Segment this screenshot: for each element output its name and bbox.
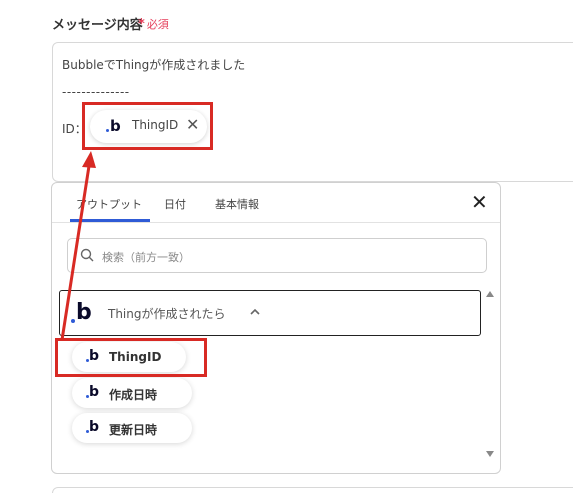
bubble-logo-dot <box>71 319 75 323</box>
message-content-label: メッセージ内容 <box>52 18 143 33</box>
bubble-logo-dot <box>86 430 89 433</box>
message-line-separator: -------------- <box>62 85 130 99</box>
group-label: Thingが作成されたら <box>108 307 226 321</box>
required-star: * <box>138 17 145 32</box>
required-text: 必須 <box>146 18 169 31</box>
search-placeholder: 検索（前方一致） <box>102 251 190 264</box>
bubble-logo-icon: b <box>89 384 100 400</box>
scroll-up-arrow[interactable] <box>486 291 494 297</box>
group-thing-created[interactable]: b Thingが作成されたら <box>59 290 481 336</box>
scroll-down-arrow[interactable] <box>486 451 494 457</box>
panel-tabs: アウトプット 日付 基本情報 <box>52 183 500 223</box>
tab-date[interactable]: 日付 <box>164 196 186 212</box>
output-item-updated-at[interactable]: b 更新日時 <box>72 413 192 443</box>
chip-highlight-box <box>82 102 213 150</box>
bubble-logo-dot <box>86 395 89 398</box>
search-input[interactable]: 検索（前方一致） <box>67 238 487 273</box>
active-tab-indicator <box>70 219 150 222</box>
item-highlight-box <box>55 338 207 377</box>
bubble-logo-icon: b <box>89 419 100 435</box>
bubble-logo-icon: b <box>76 300 92 325</box>
message-line-1: BubbleでThingが作成されました <box>62 58 246 72</box>
item-label: 作成日時 <box>109 388 158 402</box>
output-item-created-at[interactable]: b 作成日時 <box>72 378 192 408</box>
item-label: 更新日時 <box>109 423 158 437</box>
chevron-up-icon[interactable] <box>248 305 262 319</box>
close-icon[interactable]: ✕ <box>471 192 488 212</box>
tab-output[interactable]: アウトプット <box>76 196 142 212</box>
required-badge: * 必須 <box>138 16 169 32</box>
search-icon <box>80 248 94 262</box>
tab-basic-info[interactable]: 基本情報 <box>215 196 259 212</box>
next-field[interactable] <box>52 487 573 493</box>
output-picker-panel: アウトプット 日付 基本情報 ✕ 検索（前方一致） b Thingが作成されたら… <box>51 182 501 474</box>
